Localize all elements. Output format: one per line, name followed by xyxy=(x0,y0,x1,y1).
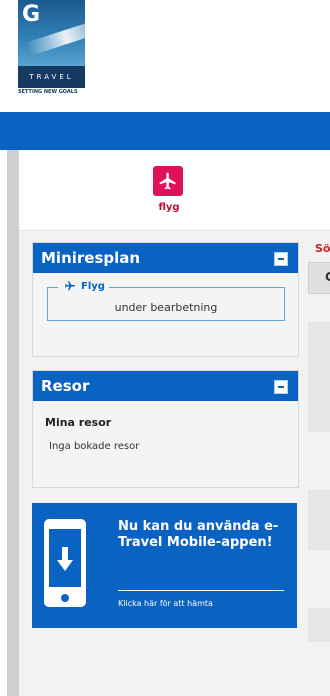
promo-download-link[interactable]: Klicka här för att hämta xyxy=(118,599,213,608)
resor-panel: Resor Mina resor Inga bokade resor xyxy=(32,370,299,488)
miniresplan-title: Miniresplan xyxy=(41,249,141,267)
phone-icon xyxy=(44,519,86,607)
header: G TRAVEL SETTING NEW GOALS xyxy=(0,0,330,96)
promo-text: Nu kan du använda e-Travel Mobile-appen! xyxy=(118,519,279,550)
miniresplan-header: Miniresplan xyxy=(33,243,298,273)
download-arrow-icon xyxy=(57,547,73,571)
flight-legend-label: Flyg xyxy=(81,280,105,292)
right-column-header[interactable]: C xyxy=(308,262,330,294)
no-trips-text: Inga bokade resor xyxy=(49,441,140,452)
tab-flyg-label[interactable]: flyg xyxy=(152,202,186,213)
my-trips-heading: Mina resor xyxy=(45,416,112,429)
mobile-app-promo[interactable]: Nu kan du använda e-Travel Mobile-appen!… xyxy=(32,503,297,628)
collapse-button[interactable] xyxy=(274,380,288,394)
flight-legend: Flyg xyxy=(58,280,109,292)
tab-flyg[interactable] xyxy=(153,166,183,196)
g-travel-logo[interactable]: G TRAVEL SETTING NEW GOALS xyxy=(18,0,85,96)
airplane-icon xyxy=(159,172,176,190)
airplane-icon xyxy=(65,281,75,291)
left-gutter xyxy=(7,150,19,696)
resor-title: Resor xyxy=(41,377,90,395)
collapse-button[interactable] xyxy=(274,252,288,266)
miniresplan-panel: Miniresplan Flyg under bearbetning xyxy=(32,242,299,357)
flight-status-text: under bearbetning xyxy=(114,301,218,314)
logo-letter: G xyxy=(22,2,41,27)
nav-bar xyxy=(0,112,330,150)
logo-band: TRAVEL xyxy=(18,66,85,88)
right-column-letter: C xyxy=(325,270,330,284)
search-heading: Sö xyxy=(315,242,330,255)
right-column: C xyxy=(308,262,330,696)
resor-header: Resor xyxy=(33,371,298,401)
promo-divider xyxy=(118,590,284,591)
logo-tagline: SETTING NEW GOALS xyxy=(18,89,78,95)
flight-status-box[interactable]: Flyg under bearbetning xyxy=(47,280,285,321)
logo-mark: G xyxy=(18,0,85,66)
